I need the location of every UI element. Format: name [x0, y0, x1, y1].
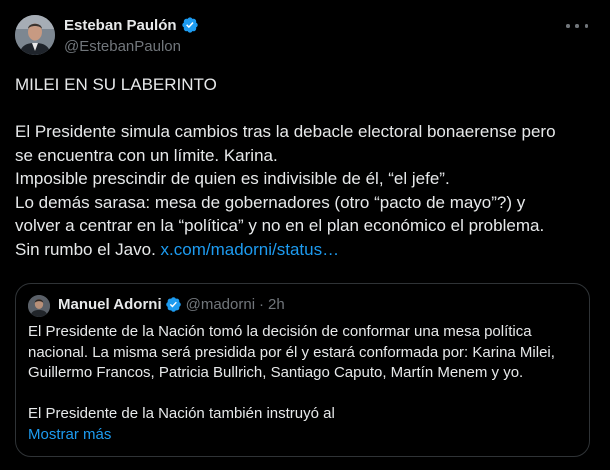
quoted-header: Manuel Adorni @madorni · 2h	[58, 296, 285, 313]
tweet-link[interactable]: x.com/madorni/status…	[161, 240, 340, 259]
tweet-line: se encuentra con un límite. Karina.	[15, 145, 278, 165]
tweet-line: Imposible prescindir de quien es indivis…	[15, 169, 450, 188]
quoted-timestamp[interactable]: 2h	[268, 296, 285, 313]
quoted-display-name[interactable]: Manuel Adorni	[58, 296, 162, 313]
quoted-text: El Presidente de la Nación tomó la decis…	[28, 322, 580, 445]
tweet-last-line: Sin rumbo el Javo. x.com/madorni/status…	[15, 238, 595, 262]
quoted-truncated-line: El Presidente de la Nación también instr…	[28, 405, 335, 422]
quoted-line: El Presidente de la Nación tomó la decis…	[28, 323, 532, 340]
more-options-icon[interactable]	[566, 18, 588, 34]
show-more-link[interactable]: Mostrar más	[28, 425, 580, 446]
quoted-tweet[interactable]: Manuel Adorni @madorni · 2h El President…	[15, 283, 590, 457]
author-handle[interactable]: @EstebanPaulon	[64, 38, 181, 55]
tweet-last-line-text: Sin rumbo el Javo.	[15, 239, 156, 259]
tweet-line: El Presidente simula cambios tras la deb…	[15, 122, 556, 141]
quoted-line: Guillermo Francos, Patricia Bullrich, Sa…	[28, 364, 524, 381]
author-display-name[interactable]: Esteban Paulón	[64, 17, 177, 34]
quoted-avatar-photo	[28, 295, 50, 317]
verified-badge-icon[interactable]	[165, 296, 182, 313]
quoted-line: nacional. La misma será presidida por él…	[28, 343, 555, 361]
tweet-line: Lo demás sarasa: mesa de gobernadores (o…	[15, 192, 526, 212]
tweet-text: MILEI EN SU LABERINTO El Presidente simu…	[15, 73, 595, 261]
tweet[interactable]: Esteban Paulón @EstebanPaulon MILEI EN S…	[0, 0, 610, 470]
avatar-photo	[15, 15, 55, 55]
tweet-line: volver a centrar en la “política” y no e…	[15, 216, 545, 235]
tweet-title-line: MILEI EN SU LABERINTO	[15, 75, 217, 94]
quoted-separator: ·	[259, 296, 265, 313]
author-name-row: Esteban Paulón	[64, 16, 199, 34]
quoted-author-avatar[interactable]	[28, 295, 50, 317]
author-avatar[interactable]	[15, 15, 55, 55]
verified-badge-icon[interactable]	[181, 16, 199, 34]
quoted-handle[interactable]: @madorni	[186, 296, 255, 313]
